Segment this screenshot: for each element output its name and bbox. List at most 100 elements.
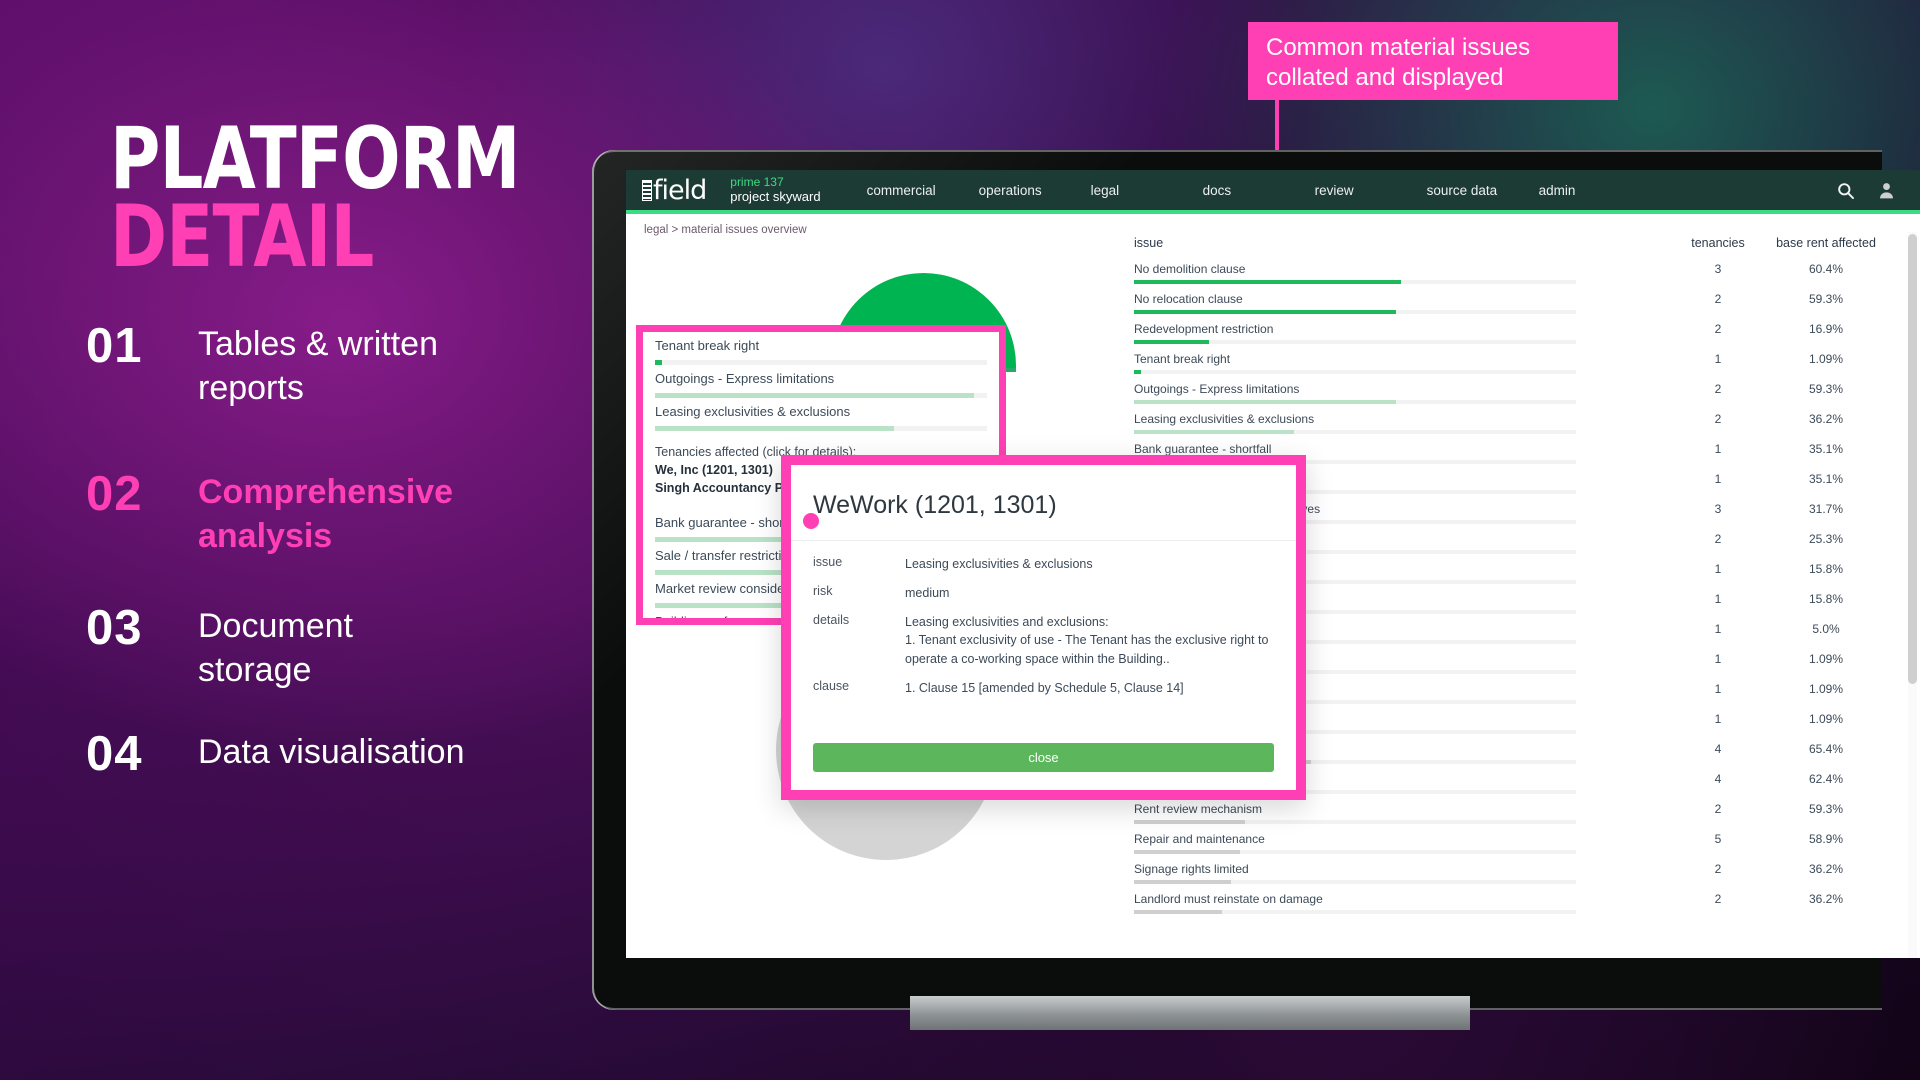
cell-tenancies: 1 bbox=[1714, 351, 1722, 366]
nav-item-admin[interactable]: admin bbox=[1539, 183, 1651, 198]
issues-panel-row[interactable]: Leasing exclusivities & exclusions bbox=[643, 398, 999, 431]
cell-tenancies: 2 bbox=[1714, 801, 1722, 816]
table-row[interactable]: No demolition clause 3 60.4% bbox=[1126, 258, 1910, 284]
bar-track bbox=[1134, 430, 1576, 434]
bar-fill bbox=[1134, 370, 1142, 374]
bar-track bbox=[1134, 370, 1576, 374]
modal-field-row: risk medium bbox=[791, 584, 1296, 602]
cell-tenancies: 2 bbox=[1714, 411, 1722, 426]
nav-item-commercial[interactable]: commercial bbox=[867, 183, 979, 198]
feature-label: Comprehensive analysis bbox=[198, 473, 454, 556]
feature-label: Tables & written reports bbox=[198, 325, 438, 408]
cell-tenancies: 1 bbox=[1714, 591, 1722, 606]
nav-item-source-data[interactable]: source data bbox=[1427, 183, 1539, 198]
cell-base-rent-affected: 16.9% bbox=[1808, 321, 1844, 336]
table-row[interactable]: Rent review mechanism 2 59.3% bbox=[1126, 798, 1910, 824]
modal-field-value: Leasing exclusivities and exclusions: 1. … bbox=[905, 615, 1269, 666]
table-row-line: Signage rights limited 2 36.2% bbox=[1134, 858, 1886, 879]
cell-base-rent-affected: 62.4% bbox=[1808, 771, 1844, 786]
cell-tenancies: 1 bbox=[1714, 651, 1722, 666]
cell-issue: Tenant break right bbox=[1134, 351, 1231, 366]
cell-base-rent-affected: 1.09% bbox=[1808, 351, 1844, 366]
bar-fill bbox=[1134, 340, 1209, 344]
modal-field-key: issue bbox=[813, 555, 843, 569]
cell-base-rent-affected: 59.3% bbox=[1808, 381, 1844, 396]
feature-number: 01 bbox=[86, 319, 143, 373]
nav-item-docs[interactable]: docs bbox=[1203, 183, 1315, 198]
cell-issue: Bank guarantee - shortfall bbox=[1134, 441, 1272, 456]
bar-track bbox=[1134, 820, 1576, 824]
cell-issue: Leasing exclusivities & exclusions bbox=[1134, 411, 1315, 426]
nav-actions bbox=[1836, 181, 1904, 200]
deck-left-column: PLATFORM DETAIL 01 Tables & written repo… bbox=[0, 0, 520, 1080]
cell-base-rent-affected: 65.4% bbox=[1808, 741, 1844, 756]
table-row[interactable]: Outgoings - Express limitations 2 59.3% bbox=[1126, 378, 1910, 404]
feature-item-03: 03 Document storage bbox=[86, 604, 468, 692]
cell-tenancies: 3 bbox=[1714, 261, 1722, 276]
tenancy-detail-modal: WeWork (1201, 1301) issue Leasing exclusi… bbox=[781, 455, 1306, 800]
modal-field-row: issue Leasing exclusivities & exclusions bbox=[791, 555, 1296, 573]
cell-base-rent-affected: 1.09% bbox=[1808, 711, 1844, 726]
feature-number: 04 bbox=[86, 727, 143, 781]
cell-base-rent-affected: 36.2% bbox=[1808, 861, 1844, 876]
logo-mark-icon bbox=[642, 179, 652, 201]
cell-tenancies: 2 bbox=[1714, 381, 1722, 396]
cell-issue: Landlord must reinstate on damage bbox=[1134, 891, 1323, 906]
nav-item-operations[interactable]: operations bbox=[979, 183, 1091, 198]
table-row[interactable]: Repair and maintenance 5 58.9% bbox=[1126, 828, 1910, 854]
cell-issue: Redevelopment restriction bbox=[1134, 321, 1274, 336]
table-row[interactable]: Tenant break right 1 1.09% bbox=[1126, 348, 1910, 374]
app-logo[interactable]: field bbox=[642, 174, 707, 206]
cell-issue: Signage rights limited bbox=[1134, 861, 1249, 876]
cell-base-rent-affected: 58.9% bbox=[1808, 831, 1844, 846]
user-icon[interactable] bbox=[1877, 181, 1896, 200]
table-row[interactable]: Landlord must reinstate on damage 2 36.2% bbox=[1126, 888, 1910, 914]
close-button[interactable]: close bbox=[813, 743, 1274, 772]
table-row[interactable]: No relocation clause 2 59.3% bbox=[1126, 288, 1910, 314]
cell-base-rent-affected: 36.2% bbox=[1808, 411, 1844, 426]
cell-tenancies: 1 bbox=[1714, 561, 1722, 576]
issues-panel-label: Tenant break right bbox=[655, 338, 760, 353]
cell-tenancies: 2 bbox=[1714, 321, 1722, 336]
feature-label: Document storage bbox=[198, 607, 353, 690]
search-icon[interactable] bbox=[1836, 181, 1855, 200]
table-row-line: Redevelopment restriction 2 16.9% bbox=[1134, 318, 1886, 339]
cell-tenancies: 4 bbox=[1714, 771, 1722, 786]
modal-field-value: 1. Clause 15 [amended by Schedule 5, Cla… bbox=[905, 680, 1184, 695]
nav-item-legal[interactable]: legal bbox=[1091, 183, 1203, 198]
cell-tenancies: 1 bbox=[1714, 711, 1722, 726]
nav-item-review[interactable]: review bbox=[1315, 183, 1427, 198]
laptop-screen: field prime 137 project skyward commerci… bbox=[626, 170, 1920, 958]
table-row[interactable]: Signage rights limited 2 36.2% bbox=[1126, 858, 1910, 884]
feature-number: 03 bbox=[86, 601, 143, 655]
laptop-mockup: field prime 137 project skyward commerci… bbox=[592, 150, 1920, 1030]
cell-tenancies: 1 bbox=[1714, 441, 1722, 456]
cell-issue: Rent review mechanism bbox=[1134, 801, 1263, 816]
logo-text: field bbox=[653, 174, 707, 206]
bar-track bbox=[1134, 910, 1576, 914]
bar-fill bbox=[1134, 310, 1397, 314]
table-row-line: Rent review mechanism 2 59.3% bbox=[1134, 798, 1886, 819]
issues-panel-row[interactable]: Tenant break right bbox=[643, 332, 999, 365]
modal-title: WeWork (1201, 1301) bbox=[791, 465, 1296, 541]
table-row[interactable]: Leasing exclusivities & exclusions 2 36.2% bbox=[1126, 408, 1910, 434]
cell-tenancies: 3 bbox=[1714, 501, 1722, 516]
issues-panel-row[interactable]: Outgoings - Express limitations bbox=[643, 365, 999, 398]
modal-field-value: medium bbox=[905, 586, 950, 601]
cell-base-rent-affected: 5.0% bbox=[1812, 621, 1840, 636]
feature-number: 02 bbox=[86, 467, 143, 521]
cell-issue: No demolition clause bbox=[1134, 261, 1246, 276]
cell-tenancies: 1 bbox=[1714, 621, 1722, 636]
cell-tenancies: 5 bbox=[1714, 831, 1722, 846]
modal-field-key: clause bbox=[813, 678, 850, 693]
bar-fill bbox=[1134, 400, 1397, 404]
table-row-line: Tenant break right 1 1.09% bbox=[1134, 348, 1886, 369]
cell-tenancies: 4 bbox=[1714, 741, 1722, 756]
table-row[interactable]: Redevelopment restriction 2 16.9% bbox=[1126, 318, 1910, 344]
cell-base-rent-affected: 1.09% bbox=[1808, 651, 1844, 666]
modal-field-key: risk bbox=[813, 584, 833, 599]
cell-base-rent-affected: 15.8% bbox=[1808, 561, 1844, 576]
table-scrollbar-thumb[interactable] bbox=[1908, 234, 1917, 684]
bar-fill bbox=[1134, 430, 1294, 434]
table-row-line: Repair and maintenance 5 58.9% bbox=[1134, 828, 1886, 849]
